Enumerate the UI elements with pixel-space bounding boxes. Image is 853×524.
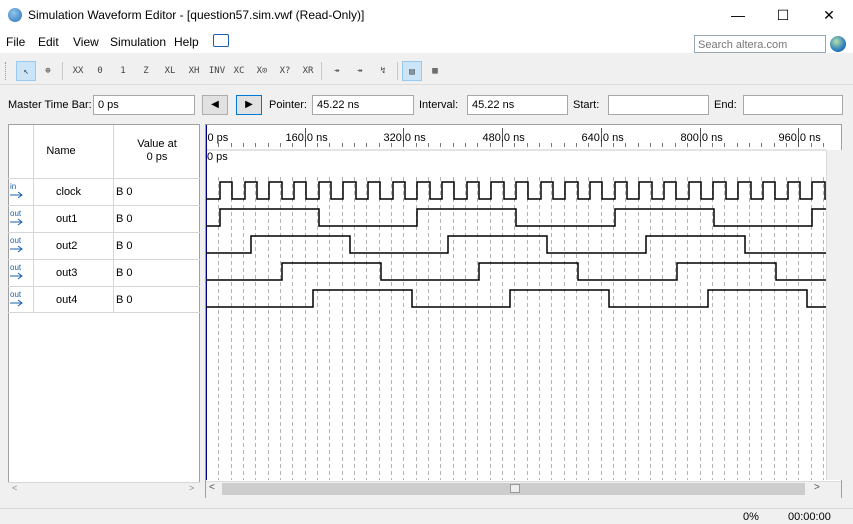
signal-value: B 0 bbox=[116, 294, 133, 306]
waveform-clock[interactable] bbox=[206, 181, 826, 200]
waveform-canvas[interactable]: 0 ps 160.0 ns 320.0 ns 480.0 ns 640.0 ns 800.… bbox=[206, 125, 826, 480]
master-time-bar-field[interactable]: 0 ps bbox=[93, 95, 195, 115]
output-pin-icon: out bbox=[10, 237, 32, 257]
interval-label: Interval: bbox=[419, 99, 459, 111]
start-label: Start: bbox=[573, 99, 600, 111]
prev-transition-button[interactable]: ◀ bbox=[202, 95, 228, 115]
signal-row-clock[interactable] bbox=[8, 178, 200, 205]
toolbar-separator bbox=[397, 62, 398, 80]
scroll-right-arrow-icon[interactable]: > bbox=[814, 482, 820, 493]
signal-name: out4 bbox=[56, 294, 78, 306]
signal-name: out1 bbox=[56, 213, 78, 225]
tick-label: 800.0 ns bbox=[681, 132, 724, 144]
toolbar-separator bbox=[62, 62, 63, 80]
pointer-label: Pointer: bbox=[269, 99, 307, 111]
tick-label: 0 ps bbox=[208, 132, 229, 144]
snap-grid-icon[interactable]: ↠ bbox=[350, 61, 370, 81]
input-pin-icon: in bbox=[10, 183, 32, 203]
elapsed-time: 00:00:00 bbox=[788, 511, 831, 523]
signal-name: clock bbox=[56, 186, 82, 198]
selection-tool-icon[interactable]: ↖ bbox=[16, 61, 36, 81]
minimize-button[interactable]: — bbox=[715, 0, 761, 31]
low-value-icon[interactable]: XL bbox=[160, 61, 180, 81]
toolbar-separator bbox=[321, 62, 322, 80]
close-button[interactable]: ✕ bbox=[806, 0, 852, 31]
waveform-out4[interactable] bbox=[206, 289, 826, 308]
waveform-out1[interactable] bbox=[206, 208, 826, 227]
waveform-out2[interactable] bbox=[206, 235, 826, 254]
maximize-button[interactable]: ☐ bbox=[760, 0, 806, 31]
signal-value: B 0 bbox=[116, 213, 133, 225]
output-pin-icon: out bbox=[10, 210, 32, 230]
zoom-tool-icon[interactable]: ⊕ bbox=[38, 61, 58, 81]
scroll-grip-icon bbox=[510, 484, 520, 493]
random-value-icon[interactable]: X? bbox=[275, 61, 295, 81]
left-horizontal-scrollbar[interactable] bbox=[8, 482, 200, 498]
cursor-time-label: 0 ps bbox=[207, 151, 228, 163]
waveform-out3[interactable] bbox=[206, 262, 826, 281]
interval-field: 45.22 ns bbox=[467, 95, 568, 115]
end-field[interactable] bbox=[743, 95, 843, 115]
time-ruler: 0 ps 160.0 ns 320.0 ns 480.0 ns 640.0 ns 800.… bbox=[206, 128, 824, 147]
signal-row-out4[interactable] bbox=[8, 286, 200, 313]
scroll-right-arrow-icon[interactable]: > bbox=[189, 483, 194, 493]
tick-label: 640.0 ns bbox=[582, 132, 625, 144]
tick-label: 160.0 ns bbox=[286, 132, 329, 144]
value-header-line1: Value at bbox=[137, 138, 177, 150]
signal-row-out2[interactable] bbox=[8, 232, 200, 259]
grid-toggle-icon[interactable]: ▤ bbox=[402, 61, 422, 81]
status-bar bbox=[0, 508, 853, 524]
time-grid bbox=[218, 177, 824, 480]
scroll-left-arrow-icon[interactable]: < bbox=[12, 483, 17, 493]
menu-simulation[interactable]: Simulation bbox=[110, 35, 166, 49]
invert-icon[interactable]: INV bbox=[207, 61, 227, 81]
start-field[interactable] bbox=[608, 95, 709, 115]
high-value-icon[interactable]: XH bbox=[184, 61, 204, 81]
progress-percent: 0% bbox=[743, 511, 759, 523]
toolbar-grip bbox=[5, 62, 8, 80]
signal-value: B 0 bbox=[116, 267, 133, 279]
menu-edit[interactable]: Edit bbox=[38, 35, 59, 49]
signal-row-out1[interactable] bbox=[8, 205, 200, 232]
overwrite-icon[interactable]: ↯ bbox=[373, 61, 393, 81]
globe-icon[interactable] bbox=[830, 36, 846, 52]
scroll-left-arrow-icon[interactable]: < bbox=[209, 482, 215, 493]
feedback-icon[interactable] bbox=[213, 34, 229, 47]
count-value-icon[interactable]: XC bbox=[229, 61, 249, 81]
signal-name: out3 bbox=[56, 267, 78, 279]
app-icon bbox=[8, 8, 22, 22]
signal-waveforms[interactable] bbox=[206, 181, 826, 308]
snap-icon[interactable]: ↠ bbox=[327, 61, 347, 81]
search-input[interactable]: Search altera.com bbox=[694, 35, 826, 53]
x-value-icon[interactable]: XX bbox=[68, 61, 88, 81]
menu-help[interactable]: Help bbox=[174, 35, 199, 49]
output-pin-icon: out bbox=[10, 291, 32, 311]
tick-label: 960.0 ns bbox=[779, 132, 822, 144]
signal-value: B 0 bbox=[116, 186, 133, 198]
pointer-field: 45.22 ns bbox=[312, 95, 414, 115]
group-icon[interactable]: ▦ bbox=[425, 61, 445, 81]
name-column-header[interactable]: Name bbox=[8, 124, 114, 178]
weak-value-icon[interactable]: XR bbox=[298, 61, 318, 81]
tick-label: 320.0 ns bbox=[384, 132, 427, 144]
menu-view[interactable]: View bbox=[73, 35, 99, 49]
one-value-icon[interactable]: 1 bbox=[113, 61, 133, 81]
master-time-bar-label: Master Time Bar: bbox=[8, 99, 92, 111]
clock-value-icon[interactable]: X⊙ bbox=[252, 61, 272, 81]
z-value-icon[interactable]: Z bbox=[136, 61, 156, 81]
output-pin-icon: out bbox=[10, 264, 32, 284]
signal-value: B 0 bbox=[116, 240, 133, 252]
zero-value-icon[interactable]: 0 bbox=[90, 61, 110, 81]
signal-name: out2 bbox=[56, 240, 78, 252]
window-title: Simulation Waveform Editor - [question57… bbox=[28, 8, 365, 22]
end-label: End: bbox=[714, 99, 737, 111]
value-header-line2: 0 ps bbox=[146, 151, 168, 163]
vertical-scrollbar[interactable] bbox=[826, 150, 842, 480]
signal-row-out3[interactable] bbox=[8, 259, 200, 286]
menu-file[interactable]: File bbox=[6, 35, 25, 49]
value-column-header[interactable]: Value at 0 ps bbox=[114, 124, 200, 178]
tick-label: 480.0 ns bbox=[483, 132, 526, 144]
next-transition-button[interactable]: ▶ bbox=[236, 95, 262, 115]
